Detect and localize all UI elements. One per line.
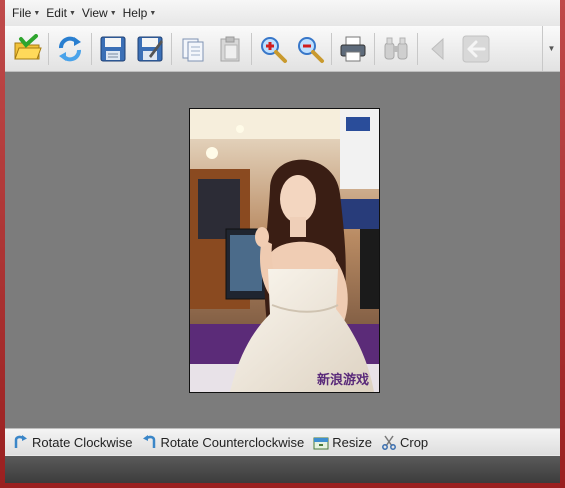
back-arrow-icon <box>462 35 490 62</box>
save-button[interactable] <box>96 32 130 66</box>
zoom-in-button[interactable] <box>256 32 290 66</box>
crop-label: Crop <box>399 434 429 450</box>
menu-help-label: Help <box>122 6 148 20</box>
menu-file-label: File <box>12 6 32 20</box>
print-button[interactable] <box>336 32 370 66</box>
rotate-clockwise-icon <box>13 434 29 450</box>
chevron-down-icon: ▼ <box>68 9 76 17</box>
rotate-clockwise-button[interactable]: Rotate Clockwise <box>13 434 132 450</box>
previous-button[interactable] <box>422 32 456 66</box>
zoom-in-icon <box>261 36 287 63</box>
menu-edit[interactable]: Edit ▼ <box>46 6 76 20</box>
menu-bar: File ▼ Edit ▼ View ▼ Help ▼ <box>5 0 560 26</box>
copy-icon <box>182 38 204 61</box>
photo-image <box>190 109 379 392</box>
image-viewer-window: File ▼ Edit ▼ View ▼ Help ▼ ▼ 新浪游戏 Rotat… <box>5 0 560 483</box>
rotate-counterclockwise-icon <box>141 434 157 450</box>
toolbar-separator <box>374 32 375 65</box>
save-as-button[interactable] <box>133 32 167 66</box>
menu-help[interactable]: Help ▼ <box>123 6 157 20</box>
toolbar-overflow-button[interactable]: ▼ <box>542 26 560 71</box>
find-button[interactable] <box>379 32 413 66</box>
paste-icon <box>220 36 240 61</box>
toolbar-separator <box>331 32 332 65</box>
paste-button[interactable] <box>213 32 247 66</box>
print-icon <box>340 36 366 61</box>
resize-button[interactable]: Resize <box>313 434 372 450</box>
open-button[interactable] <box>10 32 44 66</box>
toolbar-separator <box>48 32 49 65</box>
rotate-counterclockwise-button[interactable]: Rotate Counterclockwise <box>141 434 304 450</box>
toolbar: ▼ <box>5 26 560 72</box>
resize-icon <box>313 434 329 450</box>
crop-button[interactable]: Crop <box>381 434 428 450</box>
toolbar-separator <box>171 32 172 65</box>
photo: 新浪游戏 <box>189 108 380 393</box>
image-canvas[interactable]: 新浪游戏 <box>5 72 560 428</box>
save-icon <box>100 36 126 61</box>
chevron-down-icon: ▼ <box>109 9 117 17</box>
menu-edit-label: Edit <box>46 6 67 20</box>
previous-icon <box>431 37 444 60</box>
menu-view[interactable]: View ▼ <box>82 6 117 20</box>
toolbar-separator <box>251 32 252 65</box>
back-button[interactable] <box>459 32 493 66</box>
save-as-icon <box>137 36 163 61</box>
rotate-counterclockwise-label: Rotate Counterclockwise <box>160 434 305 450</box>
toolbar-separator <box>417 32 418 65</box>
refresh-icon <box>59 36 81 61</box>
menu-file[interactable]: File ▼ <box>12 6 40 20</box>
chevron-down-icon: ▼ <box>547 44 556 53</box>
refresh-button[interactable] <box>53 32 87 66</box>
zoom-out-button[interactable] <box>293 32 327 66</box>
resize-label: Resize <box>332 434 372 450</box>
chevron-down-icon: ▼ <box>33 9 41 17</box>
crop-scissors-icon <box>381 434 397 450</box>
open-folder-icon <box>14 33 42 59</box>
binoculars-icon <box>384 37 408 59</box>
copy-button[interactable] <box>176 32 210 66</box>
rotate-clockwise-label: Rotate Clockwise <box>32 434 133 450</box>
menu-view-label: View <box>81 6 108 20</box>
photo-watermark: 新浪游戏 <box>316 373 369 388</box>
chevron-down-icon: ▼ <box>149 9 157 17</box>
toolbar-separator <box>91 32 92 65</box>
edit-actions-bar: Rotate Clockwise Rotate Counterclockwise… <box>5 428 560 455</box>
status-bar <box>5 456 560 483</box>
zoom-out-icon <box>298 36 324 63</box>
